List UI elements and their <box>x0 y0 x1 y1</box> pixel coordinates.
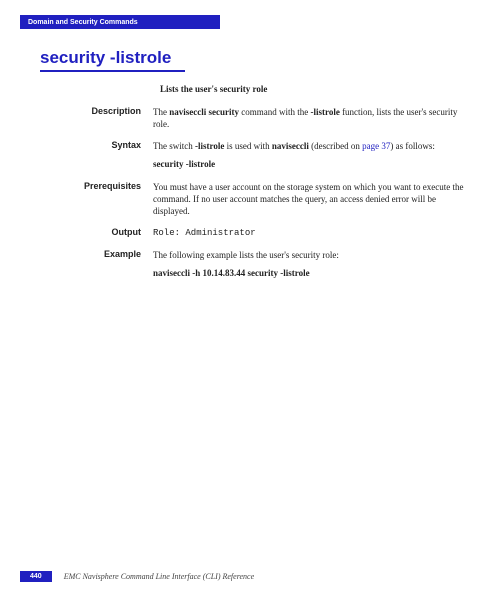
description-label: Description <box>40 106 153 130</box>
output-label: Output <box>40 227 153 239</box>
syntax-row: Syntax The switch -listrole is used with… <box>40 140 470 170</box>
command-summary: Lists the user's security role <box>160 84 470 94</box>
section-header: Domain and Security Commands <box>20 15 220 29</box>
page-footer: 440 EMC Navisphere Command Line Interfac… <box>20 571 254 582</box>
output-value: Role: Administrator <box>153 227 470 239</box>
page-content: security -listrole Lists the user's secu… <box>40 48 470 289</box>
prerequisites-label: Prerequisites <box>40 181 153 217</box>
example-value: The following example lists the user's s… <box>153 249 470 279</box>
syntax-value: The switch -listrole is used with navise… <box>153 140 470 170</box>
description-value: The naviseccli security command with the… <box>153 106 470 130</box>
prerequisites-value: You must have a user account on the stor… <box>153 181 470 217</box>
output-row: Output Role: Administrator <box>40 227 470 239</box>
example-command: naviseccli -h 10.14.83.44 security -list… <box>153 267 470 279</box>
prerequisites-row: Prerequisites You must have a user accou… <box>40 181 470 217</box>
section-header-text: Domain and Security Commands <box>28 19 138 26</box>
syntax-label: Syntax <box>40 140 153 170</box>
command-title: security -listrole <box>40 48 185 72</box>
example-label: Example <box>40 249 153 279</box>
description-row: Description The naviseccli security comm… <box>40 106 470 130</box>
footer-doc-title: EMC Navisphere Command Line Interface (C… <box>64 572 254 581</box>
syntax-command: security -listrole <box>153 158 470 170</box>
page-number: 440 <box>20 571 52 582</box>
example-row: Example The following example lists the … <box>40 249 470 279</box>
page-link[interactable]: page 37 <box>362 141 390 151</box>
